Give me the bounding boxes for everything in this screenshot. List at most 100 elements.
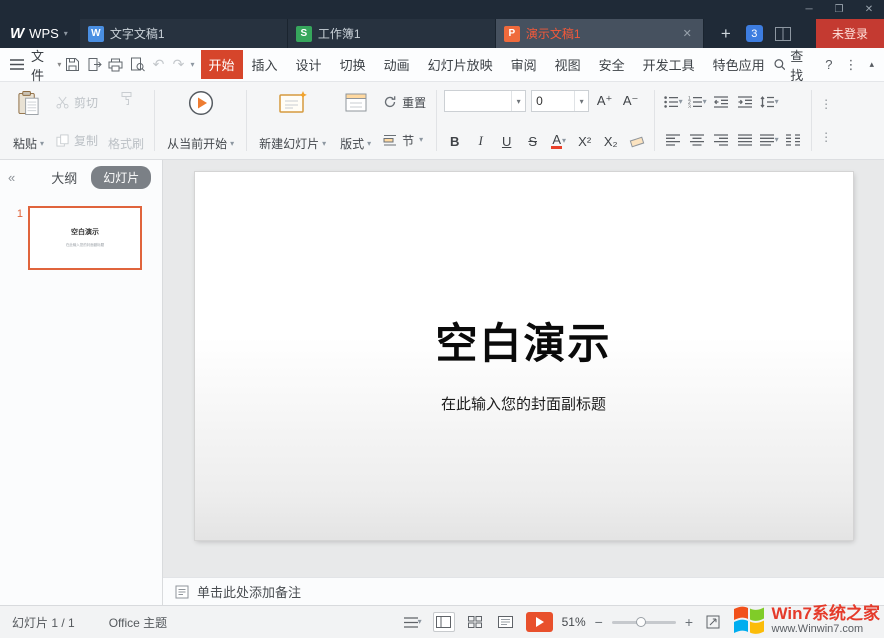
notes-placeholder[interactable]: 单击此处添加备注 xyxy=(197,582,301,601)
subscript-button[interactable]: X₂ xyxy=(600,130,621,152)
quick-access-caret-icon[interactable]: ▾ xyxy=(191,61,195,69)
menu-tab-review[interactable]: 审阅 xyxy=(502,50,546,79)
tab-count-badge[interactable]: 3 xyxy=(746,25,763,42)
menu-tab-transition[interactable]: 切换 xyxy=(331,50,375,79)
layout-button[interactable]: 版式▾ xyxy=(333,86,378,155)
collapse-ribbon-icon[interactable]: ▴ xyxy=(869,59,874,70)
numbered-list-icon: 123 xyxy=(688,96,702,108)
minimize-button[interactable]: ─ xyxy=(794,0,824,19)
print-icon[interactable] xyxy=(106,54,126,76)
menu-tab-security[interactable]: 安全 xyxy=(590,50,634,79)
distribute-button[interactable]: ▾ xyxy=(758,129,780,151)
align-center-button[interactable] xyxy=(686,129,708,151)
superscript-button[interactable]: X² xyxy=(574,130,595,152)
cut-button[interactable]: 剪切 xyxy=(51,91,103,113)
slide-editor[interactable]: 空白演示 在此输入您的封面副标题 xyxy=(195,172,853,540)
format-painter-button[interactable]: 格式刷 xyxy=(103,86,149,155)
font-size-caret-icon[interactable]: ▾ xyxy=(574,91,588,111)
zoom-in-button[interactable]: + xyxy=(685,614,693,630)
grow-font-button[interactable]: A⁺ xyxy=(594,90,615,112)
login-button[interactable]: 未登录 xyxy=(816,19,884,48)
help-button[interactable]: ? xyxy=(825,57,832,72)
start-from-current-button[interactable]: 从当前开始▾ xyxy=(160,86,241,155)
align-right-button[interactable] xyxy=(710,129,732,151)
menu-tab-design[interactable]: 设计 xyxy=(287,50,331,79)
find-button[interactable]: 查找 xyxy=(774,46,814,84)
copy-button[interactable]: 复制 xyxy=(51,129,103,151)
undo-icon[interactable]: ↶ xyxy=(150,54,168,76)
new-slide-button[interactable]: 新建幻灯片▾ xyxy=(252,86,333,155)
underline-button[interactable]: U xyxy=(496,130,517,152)
fit-to-window-button[interactable] xyxy=(702,612,724,632)
font-size-combo[interactable]: ▾ xyxy=(531,90,589,112)
bold-button[interactable]: B xyxy=(444,130,465,152)
ribbon-more-bottom-icon[interactable]: ⋮ xyxy=(820,130,832,144)
shrink-font-button[interactable]: A⁻ xyxy=(620,90,641,112)
columns-button[interactable] xyxy=(782,129,804,151)
decrease-indent-button[interactable] xyxy=(710,91,732,113)
font-name-input[interactable] xyxy=(445,91,511,111)
reset-button[interactable]: 重置 xyxy=(378,91,431,113)
menu-tab-view[interactable]: 视图 xyxy=(546,50,590,79)
tab-spreadsheet[interactable]: S 工作簿1 xyxy=(288,19,496,48)
menu-tab-special-apps[interactable]: 特色应用 xyxy=(704,50,774,79)
wps-label: WPS xyxy=(29,26,59,41)
redo-icon[interactable]: ↷ xyxy=(170,54,188,76)
wps-menu-button[interactable]: W WPS ▾ xyxy=(0,19,80,48)
tab-label: 工作簿1 xyxy=(318,25,487,42)
strikethrough-button[interactable]: S xyxy=(522,130,543,152)
align-right-icon xyxy=(714,134,728,146)
file-menu-button[interactable]: 文件 xyxy=(31,46,54,84)
menu-tab-devtools[interactable]: 开发工具 xyxy=(634,50,704,79)
tab-close-icon[interactable]: ✕ xyxy=(680,25,695,42)
paste-button[interactable]: 粘贴▾ xyxy=(6,86,51,155)
menu-tab-animation[interactable]: 动画 xyxy=(375,50,419,79)
line-spacing-button[interactable]: ▾ xyxy=(758,91,780,113)
slide-subtitle[interactable]: 在此输入您的封面副标题 xyxy=(441,393,606,414)
bullet-list-button[interactable]: ▾ xyxy=(662,91,684,113)
tab-outline[interactable]: 大纲 xyxy=(51,168,77,187)
font-name-combo[interactable]: ▾ xyxy=(444,90,526,112)
tab-slides[interactable]: 幻灯片 xyxy=(91,166,151,189)
clear-format-button[interactable] xyxy=(626,130,647,152)
file-menu-caret-icon[interactable]: ▾ xyxy=(57,61,61,69)
ribbon-more-top-icon[interactable]: ⋮ xyxy=(820,97,832,111)
theme-name[interactable]: Office 主题 xyxy=(109,614,167,631)
zoom-out-button[interactable]: − xyxy=(595,614,603,630)
print-preview-icon[interactable] xyxy=(128,54,148,76)
display-settings-button[interactable]: ▾ xyxy=(402,612,424,632)
notes-bar[interactable]: 单击此处添加备注 xyxy=(163,577,884,605)
align-left-button[interactable] xyxy=(662,129,684,151)
numbered-list-button[interactable]: 123 ▾ xyxy=(686,91,708,113)
menu-tab-slideshow[interactable]: 幻灯片放映 xyxy=(419,50,502,79)
reading-view-button[interactable] xyxy=(495,612,517,632)
slide-title[interactable]: 空白演示 xyxy=(435,310,611,371)
font-name-caret-icon[interactable]: ▾ xyxy=(511,91,525,111)
slide-thumbnail[interactable]: 空白演示 在此输入您的封面副标题 xyxy=(28,206,142,270)
menu-tab-insert[interactable]: 插入 xyxy=(243,50,287,79)
save-icon[interactable] xyxy=(62,54,82,76)
maximize-button[interactable]: ❐ xyxy=(824,0,854,19)
zoom-slider[interactable] xyxy=(612,621,676,624)
normal-view-button[interactable] xyxy=(433,612,455,632)
font-color-button[interactable]: A▾ xyxy=(548,130,569,152)
more-options-icon[interactable]: ⋮ xyxy=(844,57,857,73)
hamburger-icon[interactable] xyxy=(10,59,24,70)
justify-button[interactable] xyxy=(734,129,756,151)
font-size-input[interactable] xyxy=(532,91,574,111)
italic-button[interactable]: I xyxy=(470,130,491,152)
increase-indent-button[interactable] xyxy=(734,91,756,113)
section-button[interactable]: 节 ▾ xyxy=(378,129,431,151)
play-slideshow-button[interactable] xyxy=(526,612,553,632)
tab-writer-document[interactable]: W 文字文稿1 xyxy=(80,19,288,48)
new-tab-button[interactable]: + xyxy=(712,19,740,48)
menu-tab-home[interactable]: 开始 xyxy=(201,50,243,79)
slide-sorter-view-button[interactable] xyxy=(464,612,486,632)
window-switch-icon[interactable] xyxy=(775,27,791,41)
window-close-button[interactable]: ✕ xyxy=(854,0,884,19)
export-icon[interactable] xyxy=(84,54,104,76)
zoom-level[interactable]: 51% xyxy=(562,615,586,629)
zoom-slider-handle[interactable] xyxy=(636,617,646,627)
collapse-panel-icon[interactable]: « xyxy=(8,170,15,185)
tab-presentation-active[interactable]: P 演示文稿1 ✕ xyxy=(496,19,704,48)
